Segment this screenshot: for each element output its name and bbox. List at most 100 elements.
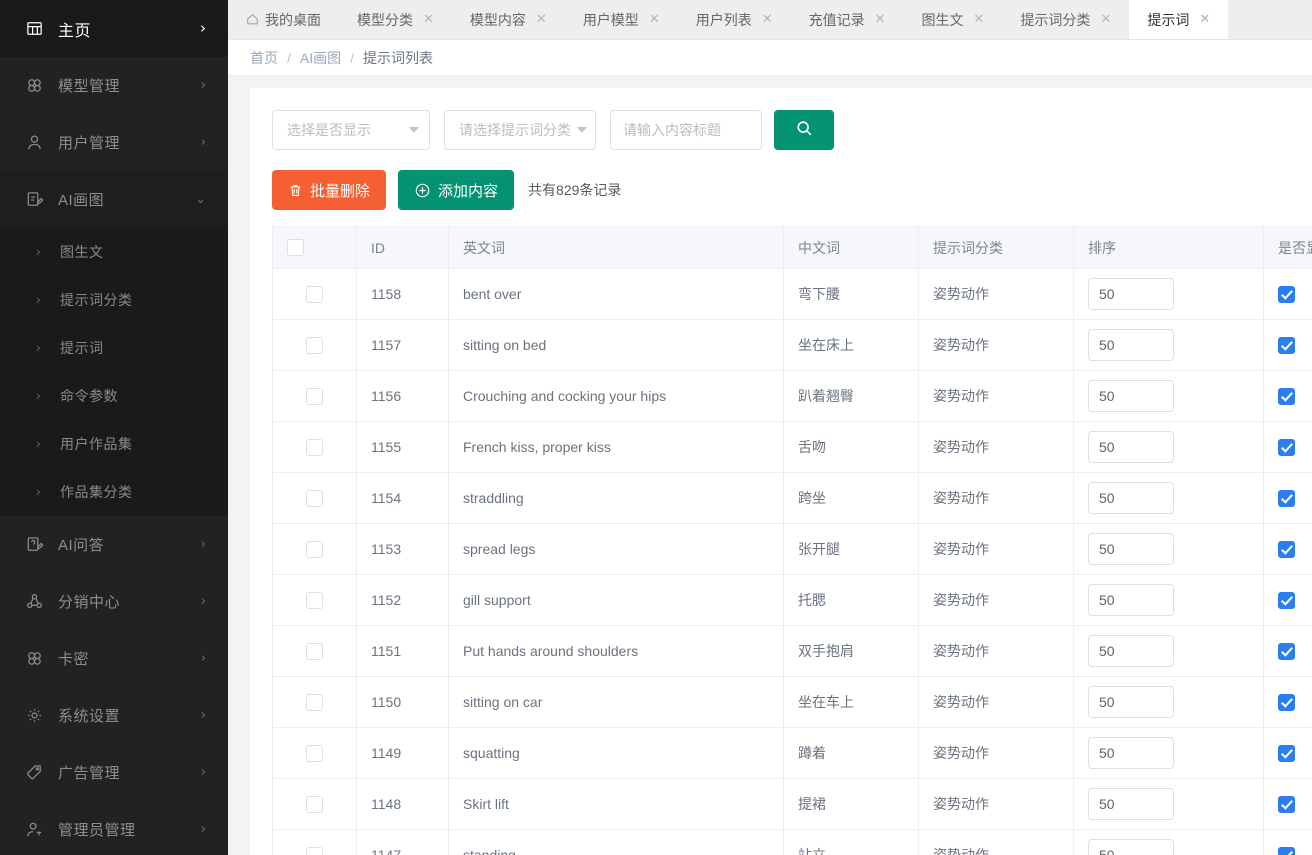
is-shown-checkbox[interactable] <box>1278 489 1295 507</box>
row-select-checkbox[interactable] <box>306 642 323 660</box>
table-row[interactable]: 1152 gill support 托腮 姿势动作 <box>272 574 1312 626</box>
sort-input[interactable] <box>1088 686 1174 718</box>
close-icon[interactable]: ✕ <box>649 13 660 26</box>
table-row[interactable]: 1148 Skirt lift 提裙 姿势动作 <box>272 778 1312 830</box>
close-icon[interactable]: ✕ <box>875 13 886 26</box>
tab-prompt-category[interactable]: 提示词分类 ✕ <box>1002 0 1130 39</box>
sidebar-item-distribution[interactable]: 分销中心 › <box>0 573 228 630</box>
sidebar-item-ai-qa[interactable]: AI问答 › <box>0 516 228 573</box>
cell-category: 姿势动作 <box>918 268 1074 320</box>
sort-input[interactable] <box>1088 380 1174 412</box>
is-shown-checkbox[interactable] <box>1278 795 1295 813</box>
is-shown-checkbox[interactable] <box>1278 540 1295 558</box>
close-icon[interactable]: ✕ <box>423 13 434 26</box>
bulk-delete-label: 批量删除 <box>310 182 371 200</box>
sidebar-subitem-collection-category[interactable]: › 作品集分类 <box>0 468 228 516</box>
table-row[interactable]: 1156 Crouching and cocking your hips 趴着翘… <box>272 370 1312 422</box>
row-select-checkbox[interactable] <box>306 693 323 711</box>
show-status-select[interactable]: 选择是否显示 <box>272 110 430 150</box>
sidebar-item-model-manage[interactable]: 模型管理 › <box>0 57 228 114</box>
sort-input[interactable] <box>1088 737 1174 769</box>
close-icon[interactable]: ✕ <box>1100 13 1111 26</box>
cell-sort <box>1073 370 1264 422</box>
tab-model-content[interactable]: 模型内容 ✕ <box>451 0 565 39</box>
is-shown-checkbox[interactable] <box>1278 285 1295 303</box>
row-select-checkbox[interactable] <box>306 438 323 456</box>
close-icon[interactable]: ✕ <box>974 13 985 26</box>
sidebar-item-admin-manage[interactable]: 管理员管理 › <box>0 801 228 855</box>
is-shown-checkbox[interactable] <box>1278 336 1295 354</box>
tab-user-model[interactable]: 用户模型 ✕ <box>564 0 678 39</box>
row-select-checkbox[interactable] <box>306 591 323 609</box>
is-shown-checkbox[interactable] <box>1278 642 1295 660</box>
close-icon[interactable]: ✕ <box>762 13 773 26</box>
row-select-checkbox[interactable] <box>306 489 323 507</box>
sort-input[interactable] <box>1088 329 1174 361</box>
sort-input[interactable] <box>1088 635 1174 667</box>
is-shown-checkbox[interactable] <box>1278 387 1295 405</box>
sort-input[interactable] <box>1088 584 1174 616</box>
is-shown-checkbox[interactable] <box>1278 438 1295 456</box>
row-select-checkbox[interactable] <box>306 540 323 558</box>
sidebar-subitem-prompt-category[interactable]: › 提示词分类 <box>0 276 228 324</box>
is-shown-checkbox[interactable] <box>1278 693 1295 711</box>
is-shown-checkbox[interactable] <box>1278 744 1295 762</box>
table-row[interactable]: 1153 spread legs 张开腿 姿势动作 <box>272 523 1312 575</box>
table-row[interactable]: 1147 standing 站立 姿势动作 <box>272 829 1312 855</box>
sort-input[interactable] <box>1088 431 1174 463</box>
sidebar-subitem-tu-sheng-wen[interactable]: › 图生文 <box>0 228 228 276</box>
sidebar-subitem-label: 用户作品集 <box>60 436 133 452</box>
sidebar-item-home[interactable]: 主页 › <box>0 0 228 57</box>
row-select-checkbox[interactable] <box>306 744 323 762</box>
sort-input[interactable] <box>1088 839 1174 855</box>
th-is-shown: 是否显 <box>1263 226 1312 269</box>
sidebar-item-system-settings[interactable]: 系统设置 › <box>0 687 228 744</box>
table-row[interactable]: 1149 squatting 蹲着 姿势动作 <box>272 727 1312 779</box>
row-select-checkbox[interactable] <box>306 285 323 303</box>
cell-sort <box>1073 523 1264 575</box>
bulk-delete-button[interactable]: 批量删除 <box>272 170 387 210</box>
table-row[interactable]: 1154 straddling 跨坐 姿势动作 <box>272 472 1312 524</box>
row-select-checkbox[interactable] <box>306 795 323 813</box>
row-select-checkbox[interactable] <box>306 336 323 354</box>
sidebar-item-ad-manage[interactable]: 广告管理 › <box>0 744 228 801</box>
sidebar-item-ai-draw[interactable]: AI画图 ⌄ <box>0 171 228 228</box>
sidebar-subitem-command-params[interactable]: › 命令参数 <box>0 372 228 420</box>
cell-english-word: sitting on bed <box>448 319 784 371</box>
sidebar-item-card-secret[interactable]: 卡密 › <box>0 630 228 687</box>
close-icon[interactable]: ✕ <box>536 13 547 26</box>
add-content-button[interactable]: 添加内容 <box>398 170 515 210</box>
category-select[interactable]: 请选择提示词分类 <box>444 110 596 150</box>
sort-input[interactable] <box>1088 533 1174 565</box>
tab-model-category[interactable]: 模型分类 ✕ <box>339 0 452 39</box>
sort-input[interactable] <box>1088 482 1174 514</box>
th-select-all <box>272 226 357 269</box>
tab-prompt[interactable]: 提示词 ✕ <box>1129 0 1229 39</box>
tab-recharge-records[interactable]: 充值记录 ✕ <box>790 0 904 39</box>
sidebar-subitem-user-collection[interactable]: › 用户作品集 <box>0 420 228 468</box>
is-shown-checkbox[interactable] <box>1278 846 1295 855</box>
table-row[interactable]: 1151 Put hands around shoulders 双手抱肩 姿势动… <box>272 625 1312 677</box>
title-search-input[interactable] <box>610 110 762 150</box>
table-row[interactable]: 1157 sitting on bed 坐在床上 姿势动作 <box>272 319 1312 371</box>
sort-input[interactable] <box>1088 788 1174 820</box>
sidebar-subitem-prompt[interactable]: › 提示词 <box>0 324 228 372</box>
search-button[interactable] <box>774 110 834 150</box>
row-select-checkbox[interactable] <box>306 846 323 855</box>
is-shown-checkbox[interactable] <box>1278 591 1295 609</box>
tab-tu-sheng-wen[interactable]: 图生文 ✕ <box>903 0 1003 39</box>
cell-english-word: Put hands around shoulders <box>448 625 784 677</box>
row-select-checkbox[interactable] <box>306 387 323 405</box>
table-row[interactable]: 1158 bent over 弯下腰 姿势动作 <box>272 268 1312 320</box>
table-row[interactable]: 1155 French kiss, proper kiss 舌吻 姿势动作 <box>272 421 1312 473</box>
select-all-checkbox[interactable] <box>287 239 304 257</box>
table-row[interactable]: 1150 sitting on car 坐在车上 姿势动作 <box>272 676 1312 728</box>
tab-my-desktop[interactable]: 我的桌面 <box>228 0 339 39</box>
sort-input[interactable] <box>1088 278 1174 310</box>
tab-user-list[interactable]: 用户列表 ✕ <box>677 0 791 39</box>
breadcrumb-item-home[interactable]: 首页 <box>250 48 278 68</box>
sidebar-item-user-manage[interactable]: 用户管理 › <box>0 114 228 171</box>
cell-row-checkbox <box>272 676 357 728</box>
close-icon[interactable]: ✕ <box>1199 13 1210 26</box>
breadcrumb-item-ai-draw[interactable]: AI画图 <box>300 48 341 68</box>
